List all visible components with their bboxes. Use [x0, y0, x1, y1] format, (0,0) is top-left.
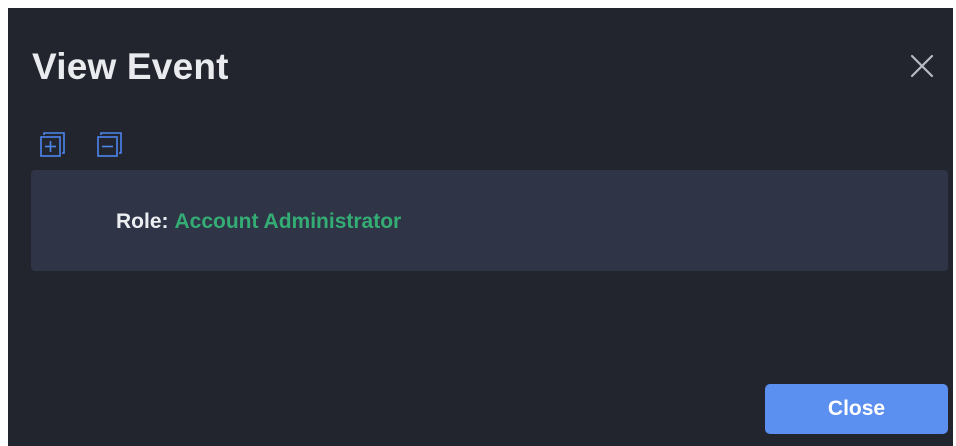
close-button[interactable]: Close [765, 384, 948, 434]
role-label: Role: [116, 210, 169, 233]
role-value: Account Administrator [174, 210, 402, 233]
dialog-title: View Event [32, 46, 229, 87]
expand-all-icon[interactable] [40, 132, 66, 158]
collapse-all-icon[interactable] [97, 132, 123, 158]
event-detail-panel: Role: Account Administrator [31, 170, 948, 271]
view-event-dialog: View Event Role: Account Administrator Cl… [8, 8, 953, 446]
close-icon[interactable] [908, 52, 936, 80]
role-row: Role: Account Administrator [116, 210, 401, 234]
